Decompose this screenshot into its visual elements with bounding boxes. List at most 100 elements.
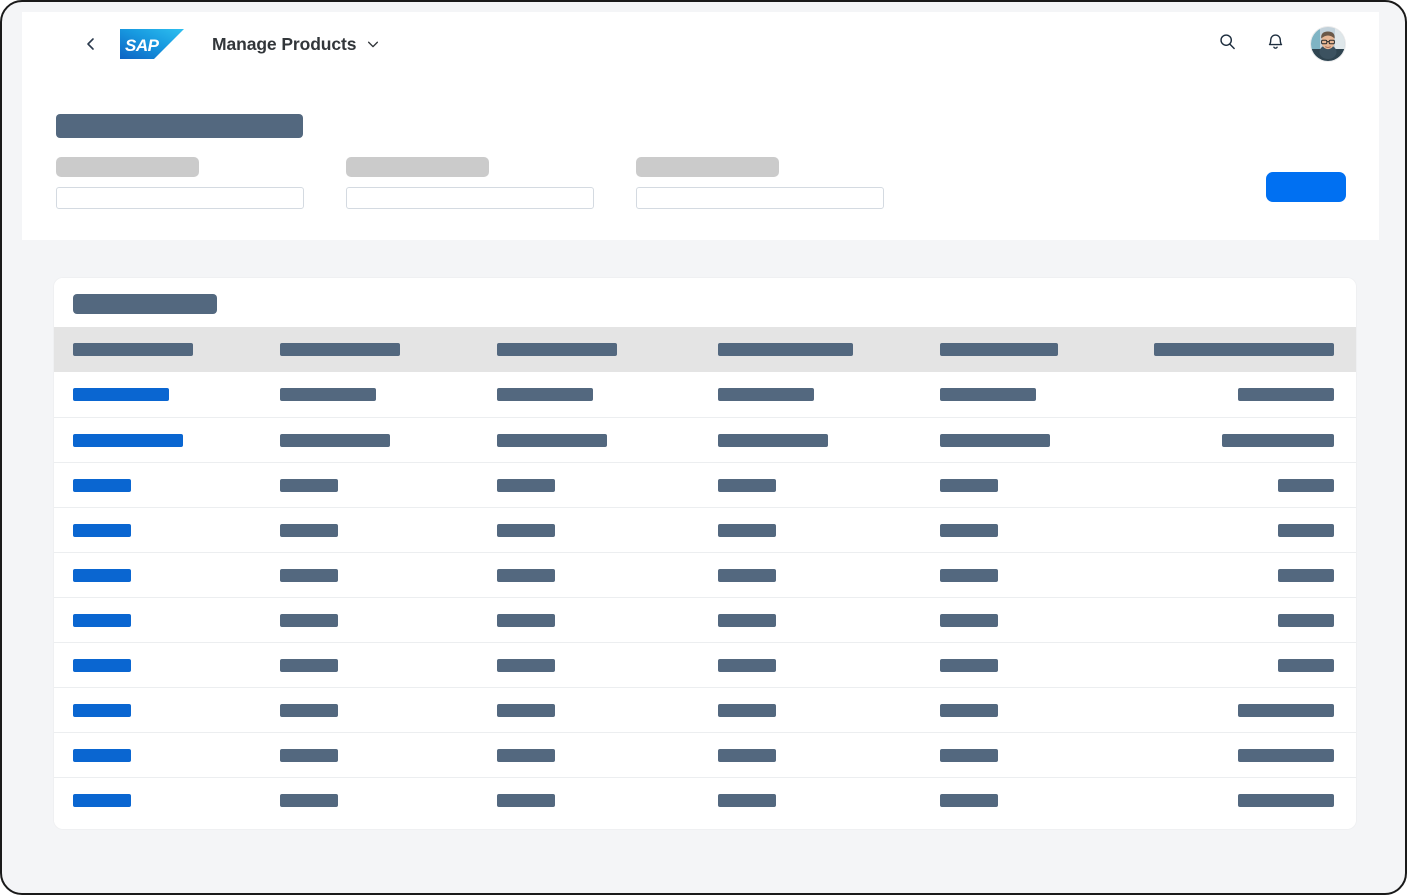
table-cell-6 (1133, 733, 1356, 778)
app-title-group[interactable]: Manage Products (212, 34, 380, 55)
table-cell-3 (483, 372, 704, 417)
table-row[interactable] (54, 462, 1356, 507)
table-cell-5 (926, 418, 1133, 463)
table-row[interactable] (54, 642, 1356, 687)
page-title: Manage Products (212, 33, 357, 54)
table-cell-5 (926, 778, 1133, 823)
shell-bar: SAP Manage Products (22, 12, 1379, 76)
cell-placeholder (718, 478, 776, 492)
cell-placeholder (497, 793, 555, 807)
table-cell-5 (926, 508, 1133, 553)
column-header-6[interactable] (1133, 327, 1356, 372)
cell-link-placeholder[interactable] (73, 703, 131, 717)
bell-icon (1266, 32, 1285, 56)
products-table-card (54, 278, 1356, 829)
cell-link-placeholder[interactable] (73, 568, 131, 582)
filter-label-placeholder-2 (346, 157, 489, 177)
table-row[interactable] (54, 732, 1356, 777)
table-cell-2 (266, 643, 483, 688)
notifications-button[interactable] (1263, 32, 1287, 56)
cell-link-placeholder[interactable] (73, 433, 183, 447)
table-cell-2 (266, 733, 483, 778)
cell-link-placeholder[interactable] (73, 658, 131, 672)
table-cell-6 (1133, 508, 1356, 553)
table-cell-4 (704, 643, 926, 688)
column-header-placeholder-4 (718, 343, 853, 356)
cell-placeholder (497, 523, 555, 537)
filter-input-3[interactable] (636, 187, 884, 209)
filter-input-2[interactable] (346, 187, 594, 209)
search-button[interactable] (1215, 32, 1239, 56)
cell-placeholder (940, 703, 998, 717)
table-cell-2 (266, 688, 483, 733)
column-header-2[interactable] (266, 327, 483, 372)
cell-placeholder (1222, 433, 1334, 447)
table-card-header (54, 278, 1356, 327)
column-header-3[interactable] (483, 327, 704, 372)
cell-placeholder (940, 388, 1036, 401)
cell-placeholder (1238, 748, 1334, 762)
cell-placeholder (1278, 658, 1334, 672)
cell-placeholder (497, 613, 555, 627)
sap-logo[interactable]: SAP (120, 29, 184, 59)
cell-link-placeholder[interactable] (73, 613, 131, 627)
column-header-placeholder-5 (940, 343, 1058, 356)
column-header-4[interactable] (704, 327, 926, 372)
table-cell-4 (704, 372, 926, 417)
column-header-1[interactable] (54, 327, 266, 372)
table-row[interactable] (54, 507, 1356, 552)
filter-input-1[interactable] (56, 187, 304, 209)
table-cell-4 (704, 508, 926, 553)
cell-placeholder (718, 433, 828, 447)
cell-placeholder (1238, 793, 1334, 807)
cell-link-placeholder[interactable] (73, 478, 131, 492)
table-row[interactable] (54, 777, 1356, 822)
cell-placeholder (280, 523, 338, 537)
avatar[interactable] (1311, 27, 1345, 61)
cell-placeholder (940, 613, 998, 627)
cell-placeholder (940, 523, 998, 537)
cell-placeholder (280, 613, 338, 627)
browser-window: SAP Manage Products (0, 0, 1407, 895)
chevron-down-icon[interactable] (366, 37, 380, 51)
cell-placeholder (940, 433, 1050, 447)
cell-placeholder (280, 388, 376, 401)
cell-link-placeholder[interactable] (73, 523, 131, 537)
table-cell-6 (1133, 372, 1356, 417)
table-cell-2 (266, 598, 483, 643)
cell-link-placeholder[interactable] (73, 388, 169, 401)
back-button[interactable] (80, 33, 102, 55)
cell-placeholder (940, 748, 998, 762)
table-row[interactable] (54, 372, 1356, 417)
column-header-placeholder-1 (73, 343, 193, 356)
table-cell-6 (1133, 688, 1356, 733)
cell-placeholder (718, 658, 776, 672)
table-row[interactable] (54, 687, 1356, 732)
table-cell-1 (54, 372, 266, 417)
table-header-row (54, 327, 1356, 372)
filter-label-placeholder-1 (56, 157, 199, 177)
filter-go-button[interactable] (1266, 172, 1346, 202)
cell-placeholder (1278, 523, 1334, 537)
table-cell-5 (926, 598, 1133, 643)
table-cell-6 (1133, 643, 1356, 688)
table-cell-1 (54, 778, 266, 823)
table-cell-6 (1133, 778, 1356, 823)
column-header-5[interactable] (926, 327, 1133, 372)
table-cell-5 (926, 372, 1133, 417)
cell-placeholder (718, 568, 776, 582)
cell-placeholder (718, 523, 776, 537)
table-cell-4 (704, 553, 926, 598)
cell-link-placeholder[interactable] (73, 793, 131, 807)
table-cell-2 (266, 463, 483, 508)
table-cell-3 (483, 508, 704, 553)
cell-placeholder (940, 658, 998, 672)
table-row[interactable] (54, 552, 1356, 597)
shell-actions (1215, 27, 1345, 61)
filter-bar-title-placeholder (56, 114, 303, 138)
table-row[interactable] (54, 597, 1356, 642)
table-cell-5 (926, 463, 1133, 508)
cell-link-placeholder[interactable] (73, 748, 131, 762)
table-cell-5 (926, 688, 1133, 733)
table-row[interactable] (54, 417, 1356, 462)
